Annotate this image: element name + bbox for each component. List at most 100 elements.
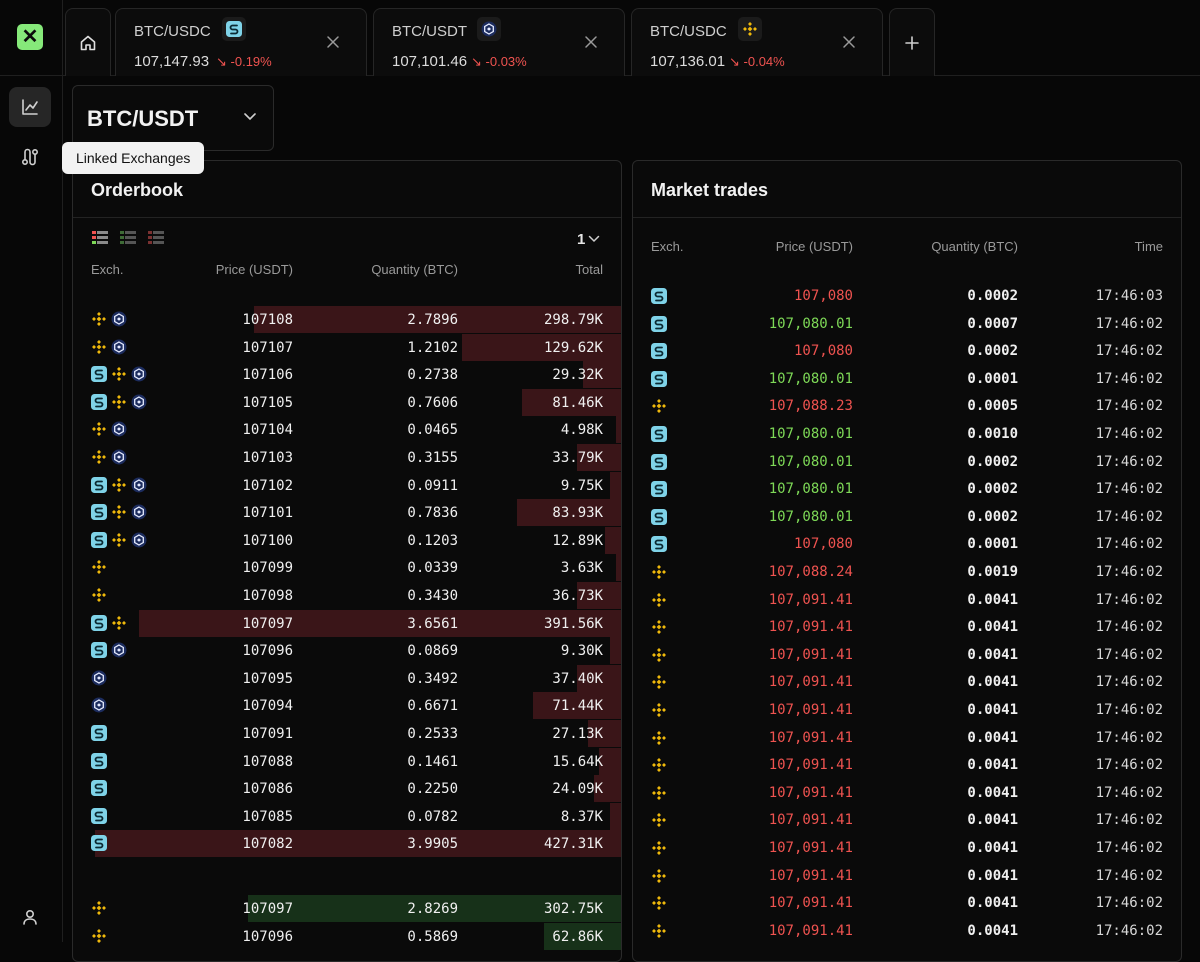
trade-row[interactable]: 107,091.41 0.0041 17:46:02 xyxy=(633,586,1181,614)
ask-row[interactable]: 107085 0.0782 8.37K xyxy=(73,802,621,830)
view-both-icon[interactable] xyxy=(91,229,109,247)
add-tab-button[interactable] xyxy=(889,8,935,76)
close-icon[interactable] xyxy=(326,35,340,49)
left-rail: ✕ xyxy=(0,0,63,942)
view-bids-icon[interactable] xyxy=(119,229,137,247)
exchange-s-icon xyxy=(226,21,242,37)
ask-row[interactable]: 107102 0.0911 9.75K xyxy=(73,471,621,499)
ask-row[interactable]: 107091 0.2533 27.13K xyxy=(73,720,621,747)
view-asks-icon[interactable] xyxy=(147,229,165,247)
trade-time: 17:46:02 xyxy=(1095,370,1163,387)
tab-btc-usdc-2[interactable]: BTC/USDC 107,136.01 ↘ -0.04% xyxy=(631,8,883,76)
ask-row[interactable]: 107099 0.0339 3.63K xyxy=(73,554,621,582)
trade-row[interactable]: 107,080.01 0.0002 17:46:02 xyxy=(633,503,1181,531)
exchange-icons xyxy=(91,614,127,631)
ask-row[interactable]: 107096 0.0869 9.30K xyxy=(73,637,621,665)
trade-row[interactable]: 107,080.01 0.0010 17:46:02 xyxy=(633,420,1181,448)
trade-row[interactable]: 107,080.01 0.0002 17:46:02 xyxy=(633,448,1181,476)
trade-row[interactable]: 107,091.41 0.0041 17:46:02 xyxy=(633,724,1181,752)
exchange-b-icon xyxy=(92,560,106,575)
chevron-down-icon[interactable] xyxy=(588,235,600,243)
close-icon[interactable] xyxy=(584,35,598,49)
ask-row[interactable]: 107097 3.6561 391.56K xyxy=(73,609,621,637)
trade-row[interactable]: 107,091.41 0.0041 17:46:02 xyxy=(633,668,1181,696)
trade-row[interactable]: 107,080.01 0.0001 17:46:02 xyxy=(633,365,1181,393)
app-logo[interactable]: ✕ xyxy=(17,24,43,50)
granularity-select[interactable]: 1 xyxy=(577,231,585,248)
nav-user-button[interactable] xyxy=(9,897,51,937)
trade-time: 17:46:02 xyxy=(1095,812,1163,829)
trade-price: 107,080.01 xyxy=(768,453,853,470)
tab-btc-usdt[interactable]: BTC/USDT 107,101.46 ↘ -0.03% xyxy=(373,8,625,76)
ask-row[interactable]: 107101 0.7836 83.93K xyxy=(73,499,621,527)
tab-change: ↘ -0.19% xyxy=(216,54,272,70)
trade-row[interactable]: 107,080.01 0.0007 17:46:02 xyxy=(633,310,1181,338)
ask-row[interactable]: 107100 0.1203 12.89K xyxy=(73,526,621,554)
quantity-cell: 0.7606 xyxy=(407,394,458,411)
tab-price: 107,136.01 xyxy=(650,53,726,70)
price-cell: 107108 xyxy=(242,312,293,328)
ask-row[interactable]: 107098 0.3430 36.73K xyxy=(73,582,621,609)
ask-row[interactable]: 107105 0.7606 81.46K xyxy=(73,388,621,416)
exchange-c-icon xyxy=(111,642,127,658)
trade-row[interactable]: 107,080 0.0002 17:46:02 xyxy=(633,337,1181,365)
price-cell: 107103 xyxy=(242,450,293,466)
quantity-cell: 0.0339 xyxy=(407,560,458,577)
trade-row[interactable]: 107,091.41 0.0041 17:46:02 xyxy=(633,862,1181,890)
trade-row[interactable]: 107,091.41 0.0041 17:46:02 xyxy=(633,917,1181,945)
ask-row[interactable]: 107082 3.9905 427.31K xyxy=(73,830,621,858)
home-tab[interactable] xyxy=(65,8,111,76)
trade-quantity: 0.0041 xyxy=(967,729,1018,746)
trade-row[interactable]: 107,088.24 0.0019 17:46:02 xyxy=(633,558,1181,586)
ask-row[interactable]: 107106 0.2738 29.32K xyxy=(73,361,621,389)
trade-row[interactable]: 107,091.41 0.0041 17:46:02 xyxy=(633,889,1181,917)
ask-row[interactable]: 107094 0.6671 71.44K xyxy=(73,692,621,720)
exchange-c-icon xyxy=(131,532,147,548)
bid-row[interactable]: 107096 0.5869 62.86K xyxy=(73,922,621,950)
trade-row[interactable]: 107,091.41 0.0041 17:46:02 xyxy=(633,613,1181,641)
bid-row[interactable]: 107097 2.8269 302.75K xyxy=(73,895,621,922)
trade-price: 107,080 xyxy=(793,536,853,553)
exchange-b-icon xyxy=(743,22,757,36)
exchange-icons xyxy=(91,449,127,465)
total-cell: 33.79K xyxy=(552,450,603,466)
quantity-cell: 2.8269 xyxy=(407,901,458,917)
trade-row[interactable]: 107,091.41 0.0041 17:46:02 xyxy=(633,779,1181,807)
exchange-c-icon xyxy=(131,504,147,520)
close-icon[interactable] xyxy=(842,35,856,49)
trade-time: 17:46:02 xyxy=(1095,867,1163,884)
trade-row[interactable]: 107,088.23 0.0005 17:46:02 xyxy=(633,392,1181,420)
total-cell: 298.79K xyxy=(543,312,603,328)
price-cell: 107085 xyxy=(242,808,293,825)
nav-chart-button[interactable] xyxy=(9,87,51,127)
trend-down-icon: ↘ xyxy=(471,54,482,69)
ask-row[interactable]: 107095 0.3492 37.40K xyxy=(73,664,621,692)
trade-row[interactable]: 107,091.41 0.0041 17:46:02 xyxy=(633,641,1181,669)
depth-bar xyxy=(94,830,621,858)
ask-row[interactable]: 107086 0.2250 24.09K xyxy=(73,775,621,803)
tab-price: 107,101.46 xyxy=(392,53,468,70)
price-cell: 107107 xyxy=(242,339,293,356)
trade-price: 107,080.01 xyxy=(768,426,853,442)
ask-row[interactable]: 107107 1.2102 129.62K xyxy=(73,333,621,361)
orderbook-title: Orderbook xyxy=(91,180,184,200)
quantity-cell: 0.0911 xyxy=(407,477,458,494)
trade-row[interactable]: 107,091.41 0.0041 17:46:02 xyxy=(633,806,1181,834)
ask-row[interactable]: 107104 0.0465 4.98K xyxy=(73,416,621,444)
ask-row[interactable]: 107103 0.3155 33.79K xyxy=(73,444,621,471)
trade-row[interactable]: 107,091.41 0.0041 17:46:02 xyxy=(633,834,1181,862)
trade-row[interactable]: 107,091.41 0.0041 17:46:02 xyxy=(633,751,1181,779)
exchange-b-icon xyxy=(92,312,106,326)
trade-row[interactable]: 107,080.01 0.0002 17:46:02 xyxy=(633,475,1181,503)
tab-btc-usdc-1[interactable]: BTC/USDC 107,147.93 ↘ -0.19% xyxy=(115,8,367,76)
tab-exchange-badge xyxy=(738,17,762,41)
trade-row[interactable]: 107,091.41 0.0041 17:46:02 xyxy=(633,696,1181,724)
trade-row[interactable]: 107,080 0.0001 17:46:02 xyxy=(633,530,1181,558)
ask-row[interactable]: 107108 2.7896 298.79K xyxy=(73,306,621,333)
ask-row[interactable]: 107088 0.1461 15.64K xyxy=(73,747,621,775)
total-cell: 12.89K xyxy=(552,532,603,549)
exchange-b-icon xyxy=(652,758,666,773)
nav-linked-exchanges-button[interactable] xyxy=(9,137,51,177)
exchange-c-icon xyxy=(111,449,127,465)
trade-row[interactable]: 107,080 0.0002 17:46:03 xyxy=(633,282,1181,310)
